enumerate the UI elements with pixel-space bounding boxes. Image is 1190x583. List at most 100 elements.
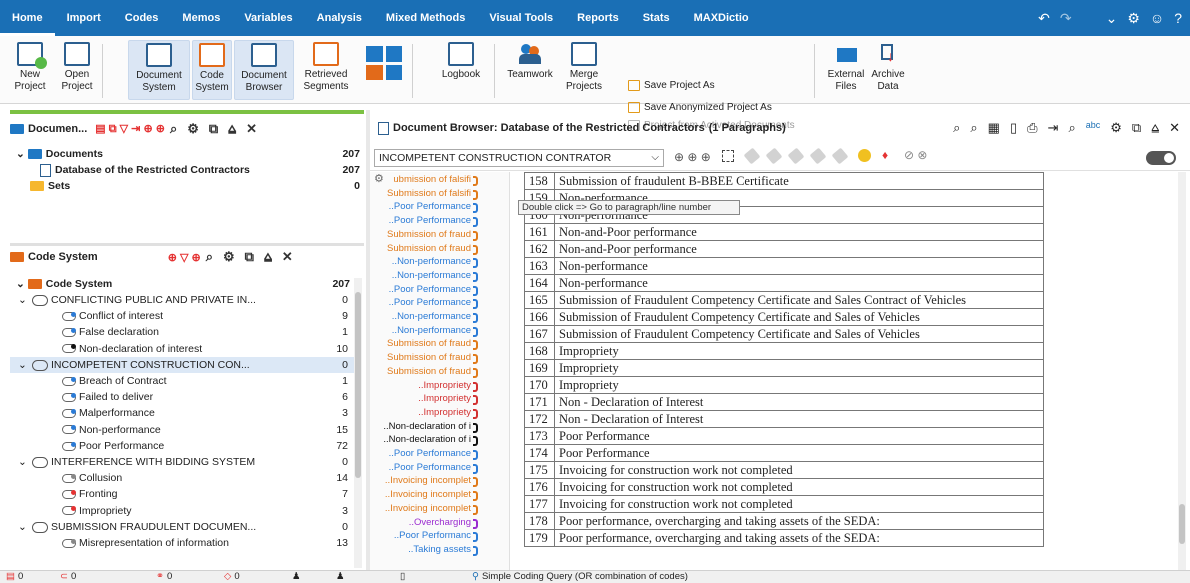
coded-segment-bracket[interactable] [473, 532, 478, 543]
coded-segment-label[interactable]: ..Taking assets [408, 544, 471, 555]
save-project-as-button[interactable]: Save Project As [628, 80, 715, 91]
coded-segment-label[interactable]: ..Non-declaration of i [383, 421, 471, 432]
chevron-down-icon[interactable]: ⌄ [18, 454, 27, 470]
status-weight-icon[interactable]: ♟ [336, 571, 345, 583]
gear-icon[interactable]: ⚙ [1110, 120, 1122, 136]
coded-segment-bracket[interactable] [473, 176, 478, 186]
paragraph-row[interactable]: 172 Non - Declaration of Interest [524, 410, 1044, 428]
document-browser-button[interactable]: Document Browser [234, 40, 294, 100]
code-row[interactable]: Fronting 7 [10, 486, 354, 502]
coded-segment-label[interactable]: ..Overcharging [409, 517, 471, 528]
coded-segment-label[interactable]: ..Invoicing incomplet [385, 489, 471, 500]
gear-icon[interactable]: ⚙ [223, 249, 235, 265]
coded-segment-bracket[interactable] [473, 354, 478, 365]
coded-segment-bracket[interactable] [473, 477, 478, 488]
menu-stats[interactable]: Stats [631, 0, 682, 36]
menu-reports[interactable]: Reports [565, 0, 631, 36]
paragraph-row[interactable]: 171 Non - Declaration of Interest [524, 393, 1044, 411]
coded-segment-bracket[interactable] [473, 203, 478, 214]
coded-segment-bracket[interactable] [473, 436, 478, 447]
paragraph-row[interactable]: 161 Non-and-Poor performance [524, 223, 1044, 241]
coded-segment-bracket[interactable] [473, 285, 478, 296]
chevron-down-icon[interactable]: ⌄ [16, 278, 25, 290]
coded-segment-label[interactable]: ..Poor Performance [389, 284, 471, 295]
logbook-button[interactable]: Logbook [440, 40, 482, 81]
coded-segment-label[interactable]: ..Poor Performance [389, 462, 471, 473]
undock-icon[interactable]: ⧉ [209, 121, 218, 137]
status-documents[interactable]: ▤ 0 [6, 571, 23, 583]
archive-data-button[interactable]: ↓ Archive Data [868, 40, 908, 93]
status-codes[interactable]: ⊂ 0 [60, 571, 76, 583]
coded-segment-bracket[interactable] [473, 189, 478, 200]
zoom-out-icon[interactable]: ⌕ [970, 120, 977, 136]
code-group-row[interactable]: ⌄ INTERFERENCE WITH BIDDING SYSTEM 0 [10, 454, 354, 470]
code-row[interactable]: Non-declaration of interest 10 [10, 341, 354, 357]
gear-icon[interactable]: ⚙ [187, 121, 199, 137]
coded-segment-bracket[interactable] [473, 504, 478, 515]
code-tree-scrollbar[interactable] [354, 278, 362, 568]
code-row[interactable]: Failed to deliver 6 [10, 389, 354, 405]
highlighter-gray3-icon[interactable] [787, 147, 805, 165]
panel-icon[interactable]: ▯ [1010, 120, 1017, 136]
coded-segment-label[interactable]: Submission of fraud [387, 352, 471, 363]
code-row[interactable]: Non-performance 15 [10, 422, 354, 438]
paragraph-row[interactable]: 170 Impropriety [524, 376, 1044, 394]
menu-home[interactable]: Home [0, 0, 55, 36]
document-text-area[interactable]: 158 Submission of fraudulent B-BBEE Certi… [520, 172, 1176, 572]
coded-segment-label[interactable]: ..Invoicing incomplet [385, 503, 471, 514]
menu-mixed-methods[interactable]: Mixed Methods [374, 0, 477, 36]
code-row[interactable]: Poor Performance 72 [10, 438, 354, 454]
undo-icon[interactable]: ↶ [1038, 10, 1050, 27]
paragraph-row[interactable]: 165 Submission of Fraudulent Competency C… [524, 291, 1044, 309]
code-group-row[interactable]: ⌄ CONFLICTING PUBLIC AND PRIVATE IN... 0 [10, 292, 354, 308]
coded-segment-label[interactable]: ..Non-performance [392, 311, 471, 322]
teamwork-button[interactable]: Teamwork [502, 40, 558, 81]
coded-segment-bracket[interactable] [473, 408, 478, 419]
coded-segment-label[interactable]: ..Non-performance [392, 270, 471, 281]
paragraph-row[interactable]: 167 Submission of Fraudulent Competency C… [524, 325, 1044, 343]
paragraph-row[interactable]: 168 Impropriety [524, 342, 1044, 360]
menu-maxdictio[interactable]: MAXDictio [682, 0, 761, 36]
coded-segment-label[interactable]: ubmission of falsifi [393, 174, 471, 185]
code-selector-combo[interactable]: INCOMPETENT CONSTRUCTION CONTRATOR [374, 149, 664, 167]
gear-icon[interactable]: ⚙ [1127, 10, 1140, 27]
coded-segment-bracket[interactable] [473, 217, 478, 228]
minimize-icon[interactable]: ⩠ [264, 249, 272, 265]
browser-scrollbar[interactable] [1178, 172, 1186, 570]
coded-segment-label[interactable]: ..Poor Performance [389, 297, 471, 308]
paragraph-row[interactable]: 174 Poor Performance [524, 444, 1044, 462]
emoticon-icon[interactable] [858, 149, 871, 162]
chevron-down-icon[interactable]: ⌄ [18, 292, 27, 308]
gear-icon[interactable]: ⚙ [374, 172, 384, 185]
coded-segment-label[interactable]: ..Poor Performance [389, 448, 471, 459]
menu-variables[interactable]: Variables [232, 0, 304, 36]
coded-segment-label[interactable]: ..Impropriety [418, 407, 471, 418]
minimize-icon[interactable]: ⩠ [228, 121, 236, 137]
highlighter-gray-icon[interactable] [743, 147, 761, 165]
close-icon[interactable]: ✕ [1169, 120, 1180, 136]
coded-segment-bracket[interactable] [473, 299, 478, 310]
close-icon[interactable]: ✕ [246, 121, 257, 137]
code-row[interactable]: Misrepresentation of information 13 [10, 535, 354, 551]
coded-segment-bracket[interactable] [473, 326, 478, 337]
paragraph-row[interactable]: 158 Submission of fraudulent B-BBEE Certi… [524, 172, 1044, 190]
chevron-down-icon[interactable]: ⌄ [18, 357, 27, 373]
coded-segment-bracket[interactable] [473, 381, 478, 392]
code-tools-icons[interactable]: ⊕ ▽ ⊕ [168, 251, 201, 264]
paragraph-row[interactable]: 169 Impropriety [524, 359, 1044, 377]
save-anonymized-button[interactable]: Save Anonymized Project As [628, 102, 772, 113]
coded-segment-label[interactable]: Submission of fraud [387, 229, 471, 240]
coded-segment-bracket[interactable] [473, 422, 478, 433]
paragraph-row[interactable]: 175 Invoicing for construction work not c… [524, 461, 1044, 479]
paragraph-icon[interactable]: ▦ [988, 120, 1000, 136]
new-project-button[interactable]: New Project [12, 40, 48, 93]
sets-root[interactable]: Sets 0 [30, 178, 366, 194]
coded-segment-bracket[interactable] [473, 450, 478, 460]
spellcheck-icon[interactable]: abc [1086, 120, 1101, 136]
open-project-button[interactable]: Open Project [58, 40, 96, 93]
highlight-icon[interactable] [722, 150, 734, 162]
chevron-down-icon[interactable]: ⌄ [1106, 10, 1118, 27]
coded-segment-label[interactable]: ..Poor Performanc [394, 530, 471, 541]
coded-segment-label[interactable]: ..Impropriety [418, 393, 471, 404]
export-icon[interactable]: ⇥ [1048, 120, 1059, 136]
